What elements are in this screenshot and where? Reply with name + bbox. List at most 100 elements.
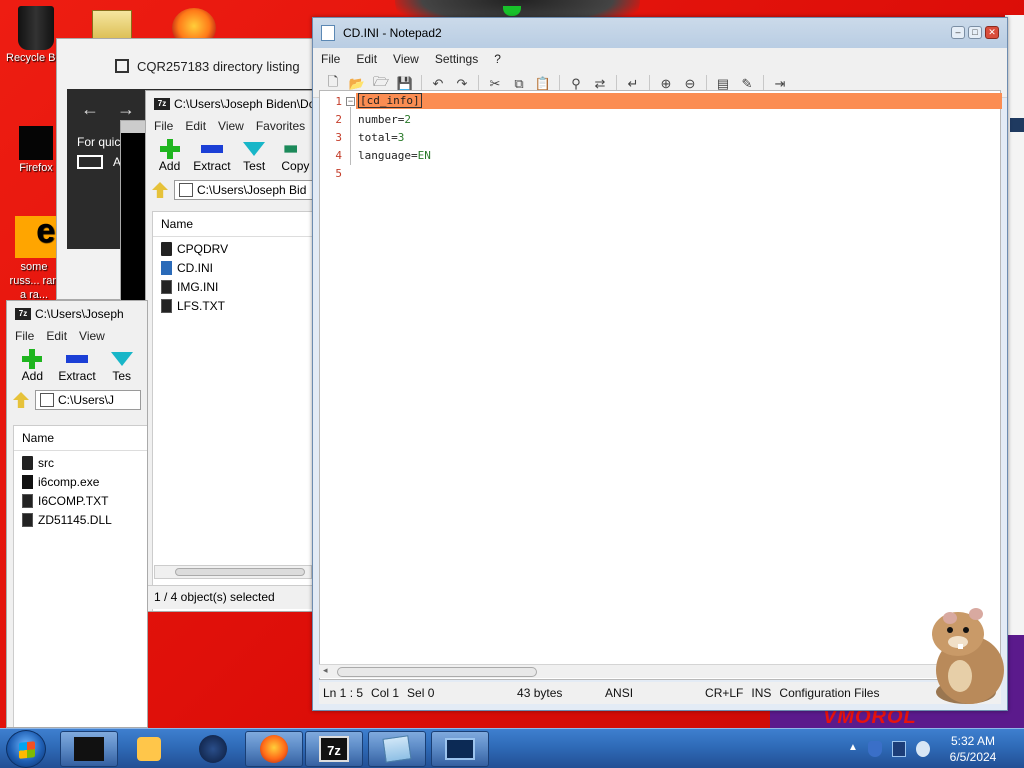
fold-toggle-icon[interactable]: − [346,97,355,106]
sevenzip-window-main[interactable]: 7z C:\Users\Joseph Biden\Do File Edit Vi… [145,90,320,612]
extract-label: Extract [58,369,96,383]
selection-status: 1 / 4 object(s) selected [154,590,275,604]
back-arrow-icon[interactable]: ← [81,99,99,120]
extract-button[interactable]: Extract [193,139,231,173]
file-list: Name CPQDRV CD.INI IMG.INI LFS.TXT [152,211,315,611]
ini-value: 2 [404,113,411,126]
up-folder-icon[interactable] [13,392,29,408]
menu-file[interactable]: File [321,52,340,66]
network-icon[interactable] [892,741,906,757]
menu-edit[interactable]: Edit [356,52,377,66]
extract-button[interactable]: Extract [58,349,97,383]
archive-icon [40,393,54,407]
security-shield-icon[interactable] [868,741,882,757]
window-title: CD.INI - Notepad2 [343,26,442,40]
status-size: 43 bytes [517,686,563,700]
close-button[interactable]: ✕ [985,26,999,39]
window-titlebar[interactable]: 7z C:\Users\Joseph [7,301,147,327]
menu-file[interactable]: File [154,119,173,133]
editor-line[interactable]: number=2 [358,113,411,126]
copy-button[interactable]: Copy [278,139,313,173]
add-label: Add [158,159,181,173]
menu-help[interactable]: ? [494,52,501,66]
taskbar-app-notepad2[interactable] [368,731,426,767]
menu-edit[interactable]: Edit [46,329,67,343]
ini-key: language [358,149,411,162]
minimize-button[interactable]: – [951,26,965,39]
add-button[interactable]: Add [13,349,52,383]
file-row[interactable]: src [22,453,140,472]
start-button[interactable] [6,730,46,768]
file-row[interactable]: LFS.TXT [161,296,306,315]
window-titlebar[interactable]: 7z C:\Users\Joseph Biden\Do [146,91,319,117]
forward-arrow-icon[interactable]: → [117,99,135,120]
line-number: 1 [335,95,342,108]
column-header-name[interactable]: Name [14,426,147,451]
taskbar-app-firefox[interactable] [245,731,303,767]
line-number: 5 [335,167,342,180]
current-line[interactable]: [cd_info] [356,93,1002,109]
window-app-icon [115,59,129,73]
file-row[interactable]: IMG.INI [161,277,306,296]
taskbar-app-media[interactable] [120,731,178,767]
status-eol[interactable]: CR+LF [701,686,747,700]
globe-icon [199,735,227,763]
scroll-left-arrow-icon[interactable]: ◂ [323,665,328,676]
desktop-icon-label: some russ... ran a ra... [9,261,59,301]
desktop-icon-label: Recycle Bin [6,52,58,64]
text-file-icon [161,298,172,313]
status-encoding[interactable]: ANSI [601,686,701,700]
ini-value: 3 [397,131,405,144]
address-bar: C:\Users\J [7,387,147,413]
up-folder-icon[interactable] [152,182,168,198]
terminal-icon [74,737,104,761]
test-label: Test [243,159,266,173]
file-row[interactable]: CD.INI [161,258,306,277]
clock[interactable]: 5:32 AM 6/5/2024 [932,733,1014,765]
menu-view[interactable]: View [393,52,419,66]
address-input[interactable]: C:\Users\Joseph Bid [174,180,313,200]
volume-icon[interactable] [916,741,930,757]
taskbar-app-7zip[interactable]: 7z [305,731,363,767]
ini-value: EN [417,149,431,162]
scrollbar-thumb[interactable] [337,667,537,677]
file-row[interactable]: CPQDRV [161,239,306,258]
horizontal-scrollbar[interactable] [154,565,312,579]
add-button[interactable]: Add [152,139,187,173]
editor-line[interactable]: language=EN [358,149,431,162]
taskbar-app-browser[interactable] [184,731,242,767]
menu-view[interactable]: View [218,119,244,133]
taskbar-app-terminal[interactable] [60,731,118,767]
column-header-name[interactable]: Name [153,212,314,237]
test-button[interactable]: Tes [102,349,141,383]
taskbar-app-cmd[interactable] [431,731,489,767]
clock-date: 6/5/2024 [949,750,997,764]
window-titlebar[interactable]: CD.INI - Notepad2 [313,18,1007,48]
file-row[interactable]: ZD51145.DLL [22,510,140,529]
quick-access-text: For quic [77,135,121,149]
show-hidden-icons-icon[interactable]: ▲ [848,742,858,753]
menu-file[interactable]: File [15,329,34,343]
status-position: Ln 1 : 5 [323,686,364,700]
menu-edit[interactable]: Edit [185,119,206,133]
file-row[interactable]: I6COMP.TXT [22,491,140,510]
scrollbar-thumb[interactable] [175,568,305,576]
test-icon [110,352,133,366]
media-player-icon [137,737,161,761]
editor-area[interactable]: 1 2 3 4 5 − [cd_info] number=2 total=3 l… [319,90,1002,680]
notepad2-window[interactable]: CD.INI - Notepad2 – □ ✕ File Edit View S… [312,17,1008,711]
file-name: CPQDRV [177,241,229,256]
menu-view[interactable]: View [79,329,105,343]
test-button[interactable]: Test [237,139,272,173]
horizontal-scrollbar[interactable]: ◂ [319,664,1001,678]
maximize-button[interactable]: □ [968,26,982,39]
window-titlebar[interactable]: CQR257183 directory listing [57,39,315,93]
sevenzip-window-secondary[interactable]: 7z C:\Users\Joseph File Edit View Add Ex… [6,300,148,728]
menu-settings[interactable]: Settings [435,52,478,66]
menu-favorites[interactable]: Favorites [256,119,305,133]
address-input[interactable]: C:\Users\J [35,390,141,410]
file-row[interactable]: i6comp.exe [22,472,140,491]
status-scheme[interactable]: Configuration Files [775,686,883,700]
editor-line[interactable]: total=3 [358,131,404,144]
taskbar: 7z ▲ 5:32 AM 6/5/2024 [0,728,1024,768]
